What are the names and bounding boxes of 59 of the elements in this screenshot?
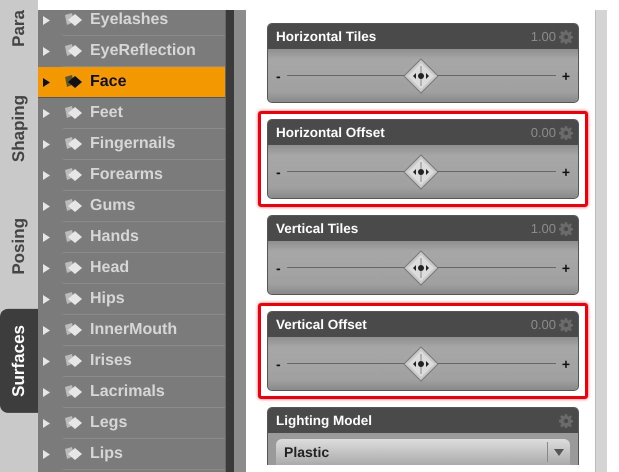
surface-label: Hands — [90, 228, 139, 246]
property-title: Vertical Tiles — [276, 221, 360, 236]
surface-label: Irises — [90, 352, 132, 370]
surface-label: Fingernails — [90, 135, 176, 153]
material-icon — [63, 384, 83, 400]
property-title: Horizontal Offset — [276, 125, 386, 140]
material-icon — [63, 260, 83, 276]
material-icon — [63, 322, 83, 338]
surface-label: InnerMouth — [90, 321, 178, 339]
material-icon — [63, 415, 83, 431]
slider-thumb[interactable] — [403, 250, 440, 286]
material-icon — [63, 291, 83, 307]
minus-label[interactable]: - — [276, 68, 281, 84]
plus-label[interactable]: + — [562, 164, 570, 180]
surface-item[interactable]: Face — [38, 67, 225, 98]
property-value: 1.00 — [530, 221, 556, 236]
surface-label: EyeReflection — [90, 42, 196, 60]
minus-label[interactable]: - — [276, 356, 281, 372]
material-icon — [63, 74, 83, 90]
surface-label: Gums — [90, 197, 136, 215]
material-icon — [63, 167, 83, 183]
side-tab[interactable]: Shaping — [0, 84, 38, 172]
minus-label[interactable]: - — [276, 164, 281, 180]
surface-label: Face — [90, 73, 126, 91]
surface-label: Legs — [90, 414, 128, 432]
surface-label: Feet — [90, 104, 123, 122]
minus-label[interactable]: - — [276, 260, 281, 276]
surface-label: Lacrimals — [90, 383, 165, 401]
surface-label: Head — [90, 259, 130, 277]
side-tab[interactable]: Para — [0, 0, 38, 57]
material-icon — [63, 353, 83, 369]
lighting-dropdown[interactable]: Plastic — [276, 439, 570, 465]
material-icon — [63, 198, 83, 214]
material-icon — [63, 43, 83, 59]
surface-label: Hips — [90, 290, 125, 308]
property-value: 1.00 — [530, 29, 556, 44]
surface-label: Forearms — [90, 166, 163, 184]
side-tab[interactable]: Posing — [0, 208, 38, 285]
surface-label: Lips — [90, 445, 123, 463]
expand-arrow-icon[interactable] — [43, 78, 50, 86]
material-icon — [63, 136, 83, 152]
dropdown-arrow-icon[interactable] — [554, 448, 564, 456]
property-title: Lighting Model — [276, 413, 373, 428]
material-icon — [63, 446, 83, 462]
property-title: Horizontal Tiles — [276, 29, 378, 44]
slider-thumb[interactable] — [403, 58, 440, 94]
slider-thumb[interactable] — [403, 346, 440, 382]
material-icon — [63, 105, 83, 121]
property-title: Vertical Offset — [276, 317, 368, 332]
slider-thumb[interactable] — [403, 154, 440, 190]
material-icon — [63, 229, 83, 245]
property-value: 0.00 — [530, 317, 556, 332]
side-tab[interactable]: Surfaces — [0, 308, 38, 412]
surface-label: Eyelashes — [90, 11, 168, 29]
material-icon — [63, 12, 83, 28]
plus-label[interactable]: + — [562, 356, 570, 372]
property-value: 0.00 — [530, 125, 556, 140]
plus-label[interactable]: + — [562, 68, 570, 84]
plus-label[interactable]: + — [562, 260, 570, 276]
